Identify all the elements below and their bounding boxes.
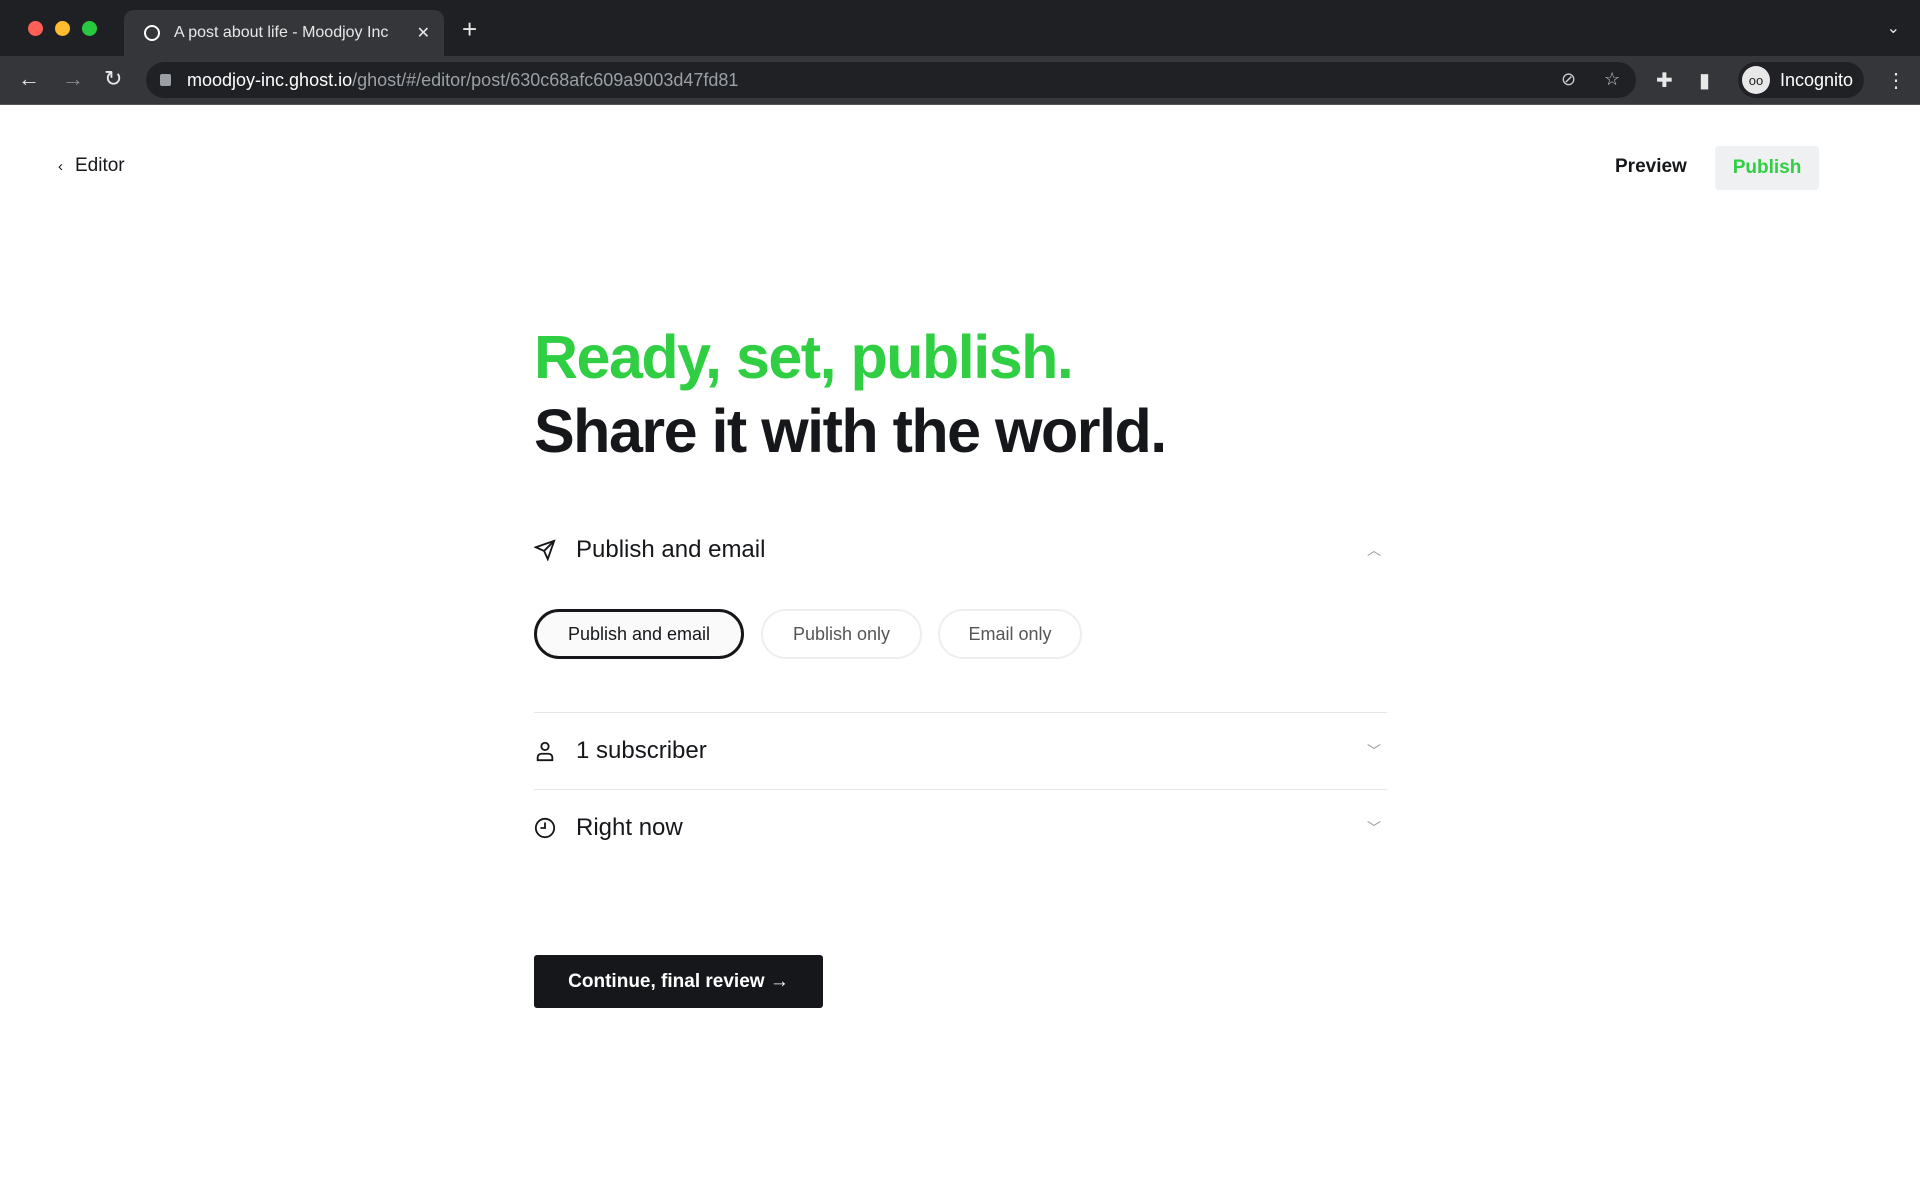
divider	[534, 789, 1387, 790]
profile-button[interactable]: oo Incognito	[1738, 62, 1864, 98]
forward-arrow-icon[interactable]: →	[62, 66, 84, 92]
close-window-button[interactable]	[28, 21, 43, 36]
minimize-window-button[interactable]	[55, 21, 70, 36]
divider	[534, 712, 1387, 713]
close-tab-icon[interactable]: ✕	[417, 23, 430, 43]
address-bar-row: ← → ↻ moodjoy-inc.ghost.io/ghost/#/edito…	[0, 56, 1920, 105]
url-input[interactable]: moodjoy-inc.ghost.io/ghost/#/editor/post…	[146, 62, 1636, 98]
audience-section-header[interactable]: 1 subscriber ﹀	[534, 736, 1387, 766]
preview-button[interactable]: Preview	[1615, 156, 1687, 178]
incognito-icon: oo	[1742, 66, 1770, 94]
page-title: Ready, set, publish. Share it with the w…	[534, 320, 1167, 468]
chevron-down-icon[interactable]: ﹀	[1367, 741, 1381, 761]
url-host: moodjoy-inc.ghost.io	[187, 69, 353, 90]
new-tab-icon[interactable]: +	[462, 14, 477, 45]
headline-green: Ready, set, publish.	[534, 323, 1074, 391]
chevron-up-icon[interactable]: ︿	[1367, 540, 1381, 560]
lock-icon	[160, 74, 171, 86]
headline-dark: Share it with the world.	[534, 397, 1167, 465]
chevron-down-icon[interactable]: ﹀	[1367, 818, 1381, 838]
browser-tab-bar: A post about life - Moodjoy Inc ✕ + ⌄	[0, 0, 1920, 56]
eye-off-icon[interactable]: ⊘	[1561, 69, 1576, 90]
user-icon	[534, 740, 558, 762]
profile-label: Incognito	[1780, 69, 1854, 90]
reload-icon[interactable]: ↻	[104, 66, 122, 92]
publish-button[interactable]: Publish	[1715, 146, 1819, 190]
star-icon[interactable]: ☆	[1604, 69, 1620, 90]
back-to-editor-link[interactable]: ‹ Editor	[58, 155, 125, 177]
clock-icon	[534, 817, 558, 839]
back-label: Editor	[75, 155, 125, 176]
send-icon	[534, 539, 558, 561]
schedule-label: Right now	[576, 814, 683, 841]
continue-final-review-button[interactable]: Continue, final review →	[534, 955, 823, 1008]
tab-search-chevron-icon[interactable]: ⌄	[1887, 18, 1900, 38]
option-publish-and-email[interactable]: Publish and email	[534, 609, 744, 659]
browser-tab[interactable]: A post about life - Moodjoy Inc ✕	[124, 10, 444, 56]
audience-label: 1 subscriber	[576, 737, 707, 764]
publish-type-label: Publish and email	[576, 536, 766, 563]
menu-kebab-icon[interactable]: ⋮	[1886, 68, 1906, 93]
chevron-left-icon: ‹	[58, 157, 63, 175]
tab-title: A post about life - Moodjoy Inc	[174, 24, 389, 41]
url-path: /ghost/#/editor/post/630c68afc609a9003d4…	[352, 69, 739, 90]
option-publish-only[interactable]: Publish only	[761, 609, 922, 659]
back-arrow-icon[interactable]: ←	[18, 66, 40, 92]
publish-type-section-header[interactable]: Publish and email ︿	[534, 535, 1387, 565]
maximize-window-button[interactable]	[82, 21, 97, 36]
schedule-section-header[interactable]: Right now ﹀	[534, 813, 1387, 843]
ghost-favicon-icon	[144, 25, 160, 41]
side-panel-icon[interactable]: ▮	[1699, 68, 1710, 93]
extensions-puzzle-icon[interactable]: ✚	[1656, 68, 1673, 93]
option-email-only[interactable]: Email only	[938, 609, 1082, 659]
